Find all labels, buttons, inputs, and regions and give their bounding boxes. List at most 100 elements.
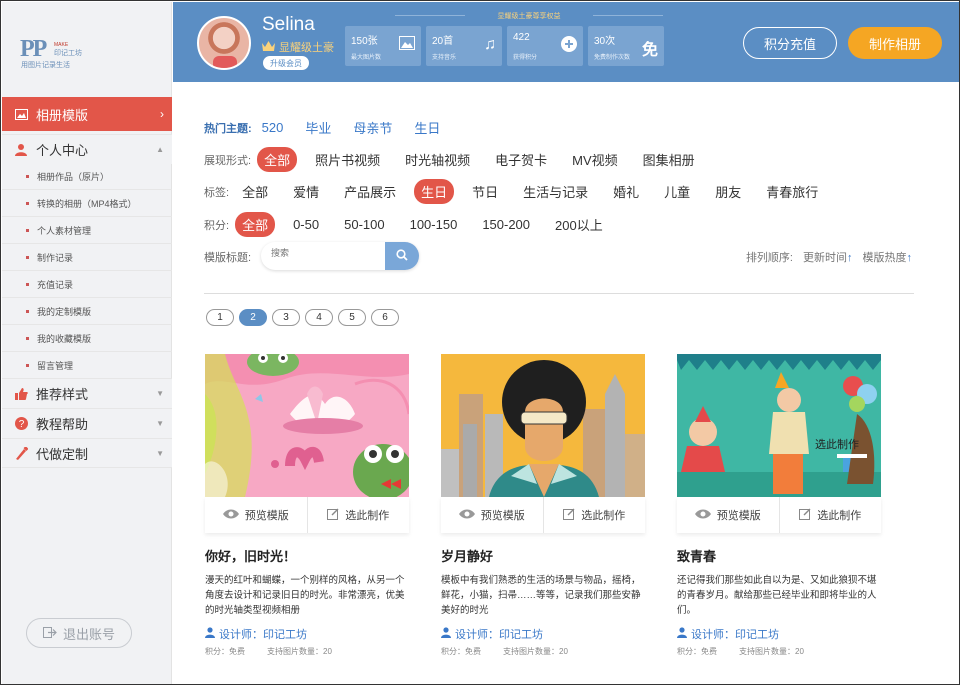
- select-template-button[interactable]: 选此制作: [778, 497, 882, 533]
- sort-by-time[interactable]: 更新时间↑: [803, 249, 853, 265]
- filter-option[interactable]: 100-150: [403, 214, 465, 235]
- logout-label: 退出账号: [62, 626, 115, 642]
- sort-label: 排列顺序:: [745, 252, 793, 264]
- filter-option[interactable]: 节日: [465, 179, 505, 204]
- image-icon: [14, 107, 28, 121]
- card-photo-count: 支持图片数量：20: [267, 647, 332, 656]
- page-button[interactable]: 3: [272, 309, 300, 326]
- sidebar-item-custom[interactable]: 代做定制 ▼: [2, 438, 172, 468]
- page-button[interactable]: 2: [239, 309, 267, 326]
- search-button[interactable]: [385, 242, 419, 270]
- sidebar-item-label: 相册模版: [36, 107, 89, 123]
- filter-option[interactable]: 图集相册: [636, 147, 702, 172]
- sidebar-item-label: 个人中心: [36, 143, 89, 158]
- filter-option[interactable]: 朋友: [708, 179, 748, 204]
- select-label: 选此制作: [581, 510, 626, 522]
- template-thumbnail[interactable]: [205, 354, 409, 497]
- card-meta: 积分：免费 支持图片数量：20: [441, 646, 645, 657]
- hot-topic-link[interactable]: 生日: [414, 118, 440, 137]
- recharge-button[interactable]: 积分充值: [743, 27, 837, 59]
- card-designer[interactable]: 设计师：印记工坊: [205, 626, 409, 642]
- select-template-button[interactable]: 选此制作: [542, 497, 646, 533]
- hot-topic-link[interactable]: 520: [262, 120, 284, 135]
- user-header: Selina 显耀级土豪 升级会员 显耀级土豪尊享权益 150张 最大图片数 2…: [173, 2, 959, 82]
- display-filter: 展现形式: 全部 照片书视频 时光轴视频 电子贺卡 MV视频 图集相册: [204, 147, 713, 172]
- chevron-down-icon: ▼: [156, 448, 164, 458]
- hot-topic-link[interactable]: 母亲节: [353, 118, 392, 137]
- page-button[interactable]: 1: [206, 309, 234, 326]
- avatar[interactable]: [197, 16, 251, 70]
- select-label: 选此制作: [345, 510, 390, 522]
- filter-option[interactable]: 照片书视频: [308, 147, 387, 172]
- sidebar-sub-item[interactable]: 我的收藏模版: [2, 325, 172, 352]
- filter-option[interactable]: 全部: [257, 147, 298, 172]
- sidebar-item-album-templates[interactable]: 相册模版 ›: [2, 97, 172, 131]
- sidebar-sub-item[interactable]: 充值记录: [2, 271, 172, 298]
- filter-option[interactable]: 电子贺卡: [488, 147, 554, 172]
- logout-button[interactable]: 退出账号: [26, 618, 132, 648]
- logo[interactable]: PP MAKE 印记工坊 用图片记录生活: [20, 37, 82, 70]
- select-template-button[interactable]: 选此制作: [306, 497, 410, 533]
- filter-option[interactable]: 爱情: [286, 179, 326, 204]
- page-button[interactable]: 4: [305, 309, 333, 326]
- hot-topic-link[interactable]: 毕业: [305, 118, 331, 137]
- sidebar-sub-item[interactable]: 留言管理: [2, 352, 172, 379]
- sidebar-sub-item[interactable]: 制作记录: [2, 244, 172, 271]
- card-designer[interactable]: 设计师：印记工坊: [677, 626, 881, 642]
- page-button[interactable]: 5: [338, 309, 366, 326]
- filter-option[interactable]: 产品展示: [337, 179, 403, 204]
- user-icon: [14, 143, 28, 157]
- upgrade-button[interactable]: 升级会员: [263, 56, 309, 70]
- sidebar-sub-item[interactable]: 转换的相册（MP4格式）: [2, 190, 172, 217]
- filter-option[interactable]: 全部: [235, 212, 276, 237]
- hover-select-hint[interactable]: 选此制作: [815, 436, 859, 452]
- page-button[interactable]: 6: [371, 309, 399, 326]
- user-level: 显耀级土豪: [262, 39, 334, 55]
- filter-option[interactable]: 50-100: [337, 214, 391, 235]
- sidebar-item-help[interactable]: ? 教程帮助 ▼: [2, 408, 172, 438]
- eye-icon: [458, 509, 475, 522]
- free-icon: 免: [641, 42, 658, 59]
- arrow-up-icon: ↑: [906, 252, 913, 264]
- filter-option[interactable]: 时光轴视频: [398, 147, 477, 172]
- edit-icon: [327, 508, 339, 523]
- card-description: 漫天的红叶和蝴蝶，一个别样的风格，从另一个角度去设计和记录旧日的时光。非常漂亮，…: [205, 575, 405, 616]
- perk-value: 150张: [351, 36, 378, 47]
- preview-template-button[interactable]: 预览模版: [677, 497, 779, 533]
- perk-free: 30次 免费制作次数 免: [588, 26, 664, 66]
- filter-option[interactable]: 婚礼: [606, 179, 646, 204]
- filter-option[interactable]: MV视频: [565, 147, 625, 172]
- preview-template-button[interactable]: 预览模版: [441, 497, 543, 533]
- template-thumbnail[interactable]: 选此制作: [677, 354, 881, 497]
- perk-music: 20首 支持音乐 ♫: [426, 26, 502, 66]
- template-thumbnail[interactable]: [441, 354, 645, 497]
- filter-option[interactable]: 青春旅行: [759, 179, 825, 204]
- filter-option[interactable]: 儿童: [657, 179, 697, 204]
- photo-icon: [399, 36, 415, 55]
- filter-option[interactable]: 生活与记录: [516, 179, 595, 204]
- sidebar-item-recommended[interactable]: 推荐样式 ▼: [2, 378, 172, 408]
- sidebar-item-personal-center[interactable]: 个人中心 ▲: [2, 134, 172, 164]
- card-designer[interactable]: 设计师：印记工坊: [441, 626, 645, 642]
- filter-option[interactable]: 生日: [414, 179, 455, 204]
- chevron-right-icon: ›: [160, 107, 164, 121]
- sort-by-popularity[interactable]: 模版热度↑: [863, 249, 913, 265]
- make-album-button[interactable]: 制作相册: [848, 27, 942, 59]
- perk-value: 30次: [594, 36, 616, 47]
- thumbs-up-icon: [14, 387, 28, 401]
- username: Selina: [262, 14, 315, 35]
- points-filter-label: 积分:: [204, 219, 230, 232]
- perk-points: 422 获得积分: [507, 26, 583, 66]
- filter-option[interactable]: 200以上: [548, 212, 610, 237]
- sidebar-sub-item[interactable]: 相册作品（原片）: [2, 163, 172, 190]
- filter-option[interactable]: 全部: [235, 179, 275, 204]
- search-input[interactable]: [271, 248, 371, 258]
- sidebar-sub-item[interactable]: 个人素材管理: [2, 217, 172, 244]
- filter-option[interactable]: 150-200: [475, 214, 537, 235]
- sidebar-sub-item[interactable]: 我的定制模版: [2, 298, 172, 325]
- filter-option[interactable]: 0-50: [286, 214, 326, 235]
- help-icon: ?: [14, 417, 28, 431]
- preview-template-button[interactable]: 预览模版: [205, 497, 307, 533]
- music-icon: ♫: [484, 36, 496, 53]
- designer-label: 设计师：印记工坊: [219, 629, 307, 641]
